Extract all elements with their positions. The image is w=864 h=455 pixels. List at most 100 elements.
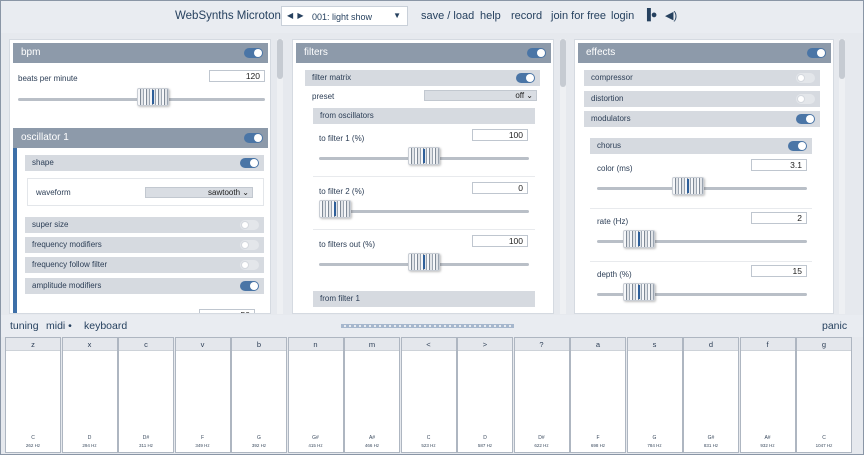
preset-selector[interactable]: ◀ ▶ 001: light show ▼ xyxy=(281,6,408,26)
to-filter-1-thumb[interactable] xyxy=(408,147,440,165)
key-note: G# xyxy=(312,435,319,441)
left-scrollbar[interactable] xyxy=(277,39,283,314)
filter-matrix-toggle[interactable] xyxy=(516,73,535,83)
rate-thumb[interactable] xyxy=(623,230,655,248)
filters-title: filters xyxy=(304,47,328,58)
piano-key[interactable]: a F 698 Hz xyxy=(570,337,626,453)
key-frequency: 311 Hz xyxy=(139,443,153,448)
piano-key[interactable]: f A# 932 Hz xyxy=(739,337,796,453)
bpm-label: beats per minute xyxy=(18,74,78,83)
to-filter-1-input[interactable]: 100 xyxy=(472,129,528,141)
modulators-toggle[interactable] xyxy=(796,114,815,124)
amplitude-input[interactable]: 50 xyxy=(199,309,255,313)
distortion-toggle[interactable] xyxy=(796,94,815,104)
piano-key[interactable]: b G 392 Hz xyxy=(231,337,287,453)
record-link[interactable]: record xyxy=(511,10,542,22)
oscillator-toggle[interactable] xyxy=(244,133,263,143)
piano-key[interactable]: c D# 311 Hz xyxy=(118,337,174,453)
to-filter-2-input[interactable]: 0 xyxy=(472,182,528,194)
piano-key[interactable]: z C 262 Hz xyxy=(5,337,61,453)
chorus-label: chorus xyxy=(597,141,622,150)
chorus-header: chorus xyxy=(590,138,812,154)
depth-thumb[interactable] xyxy=(623,283,655,301)
oscillator-title: oscillator 1 xyxy=(21,132,69,143)
middle-column: filters filter matrix preset off ⌄ from … xyxy=(292,39,554,314)
color-thumb[interactable] xyxy=(672,177,704,195)
key-letter: n xyxy=(288,338,343,351)
frequency-modifiers-label: frequency modifiers xyxy=(32,240,102,249)
filter-preset-select[interactable]: off ⌄ xyxy=(424,90,537,101)
key-note: D# xyxy=(538,435,545,441)
key-letter: > xyxy=(458,338,512,351)
piano-key[interactable]: n G# 415 Hz xyxy=(287,337,344,453)
piano-key[interactable]: s G 784 Hz xyxy=(626,337,683,453)
compressor-toggle[interactable] xyxy=(796,73,815,83)
depth-label: depth (%) xyxy=(597,270,632,279)
oscillator-panel-header: oscillator 1 xyxy=(13,128,268,148)
divider xyxy=(313,176,535,177)
waveform-select[interactable]: sawtooth ⌄ xyxy=(145,187,253,198)
divider xyxy=(590,208,812,209)
skip-start-icon[interactable]: ▐● xyxy=(643,9,657,21)
piano-key[interactable]: m A# 466 Hz xyxy=(344,337,400,453)
effects-toggle[interactable] xyxy=(807,48,826,58)
rate-label: rate (Hz) xyxy=(597,217,629,226)
super-size-toggle[interactable] xyxy=(240,220,259,230)
piano-key[interactable]: d G# 831 Hz xyxy=(683,337,739,453)
shape-toggle[interactable] xyxy=(240,158,259,168)
color-input[interactable]: 3.1 xyxy=(751,159,807,171)
modulators-label: modulators xyxy=(591,114,631,123)
key-letter: b xyxy=(232,338,286,351)
compressor-label: compressor xyxy=(591,73,633,82)
rate-input[interactable]: 2 xyxy=(751,212,807,224)
key-frequency: 698 Hz xyxy=(590,443,606,448)
save-load-link[interactable]: save / load xyxy=(421,10,474,22)
panic-button[interactable]: panic xyxy=(822,320,847,332)
piano-key[interactable]: v F 349 Hz xyxy=(174,337,231,453)
key-frequency: 831 Hz xyxy=(703,443,719,448)
effects-title: effects xyxy=(586,47,616,58)
piano-key[interactable]: < C 523 Hz xyxy=(400,337,457,453)
tuning-button[interactable]: tuning xyxy=(10,320,39,332)
divider xyxy=(313,229,535,230)
bpm-toggle[interactable] xyxy=(244,48,263,58)
midi-button[interactable]: midi • xyxy=(46,320,72,332)
key-letter: ? xyxy=(514,338,569,351)
key-letter: a xyxy=(571,338,625,351)
right-column: effects compressor distortion modulators… xyxy=(574,39,834,314)
key-note: A# xyxy=(368,435,376,441)
help-link[interactable]: help xyxy=(480,10,501,22)
key-note: D# xyxy=(142,435,150,441)
compressor-row: compressor xyxy=(584,70,820,86)
frequency-modifiers-toggle[interactable] xyxy=(240,240,259,250)
piano-key[interactable]: > D 587 Hz xyxy=(457,337,513,453)
piano-key[interactable]: g C 1047 Hz xyxy=(796,337,852,453)
piano-key[interactable]: ? D# 622 Hz xyxy=(513,337,570,453)
resize-handle[interactable] xyxy=(341,324,514,328)
key-letter: m xyxy=(345,338,399,351)
chorus-toggle[interactable] xyxy=(788,141,807,151)
right-scrollbar[interactable] xyxy=(839,39,845,314)
join-link[interactable]: join for free xyxy=(551,10,606,22)
bpm-input[interactable]: 120 xyxy=(209,70,265,82)
from-filter-1-label: from filter 1 xyxy=(320,294,361,303)
key-note: F xyxy=(596,435,600,441)
chevron-down-icon[interactable]: ▼ xyxy=(393,11,401,20)
keyboard-button[interactable]: keyboard xyxy=(84,320,127,332)
bpm-panel-header: bpm xyxy=(13,43,268,63)
bpm-slider-thumb[interactable] xyxy=(137,88,169,106)
depth-input[interactable]: 15 xyxy=(751,265,807,277)
to-filter-2-thumb[interactable] xyxy=(319,200,351,218)
volume-icon[interactable]: ◀) xyxy=(665,9,677,22)
frequency-follow-filter-toggle[interactable] xyxy=(240,260,259,270)
middle-scrollbar[interactable] xyxy=(560,39,566,314)
to-filters-out-thumb[interactable] xyxy=(408,253,440,271)
login-link[interactable]: login xyxy=(611,10,634,22)
piano-key[interactable]: x D 294 Hz xyxy=(61,337,118,453)
to-filters-out-input[interactable]: 100 xyxy=(472,235,528,247)
filters-toggle[interactable] xyxy=(527,48,546,58)
key-frequency: 587 Hz xyxy=(477,443,493,448)
filter-matrix-header: filter matrix xyxy=(305,70,540,86)
preset-arrows-icon[interactable]: ◀ ▶ xyxy=(287,11,305,20)
amplitude-modifiers-toggle[interactable] xyxy=(240,281,259,291)
